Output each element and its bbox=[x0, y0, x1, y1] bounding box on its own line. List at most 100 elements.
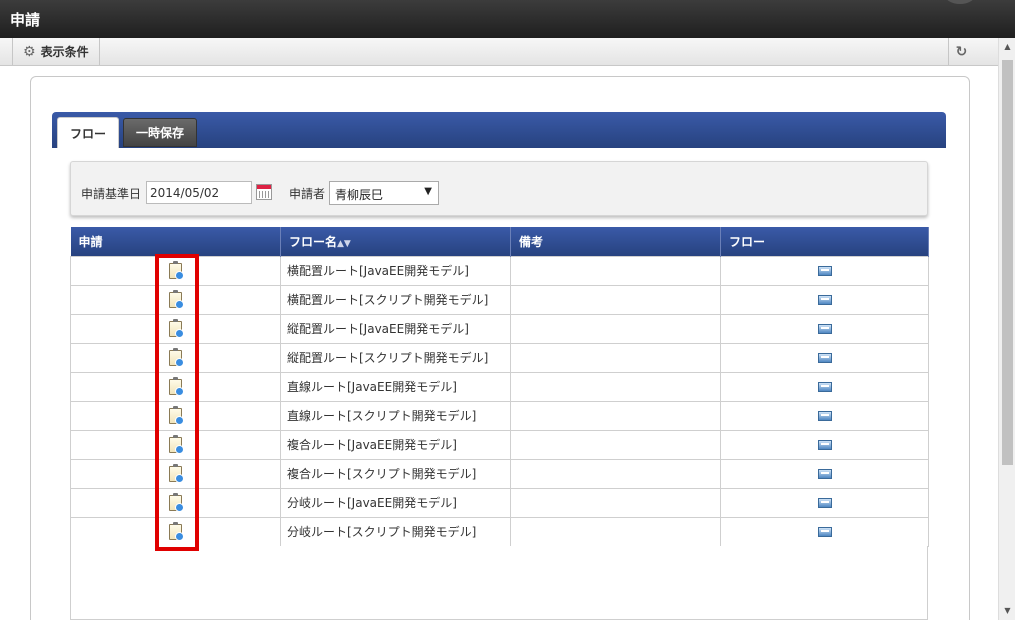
window-title: 申請 bbox=[10, 11, 41, 29]
note-cell bbox=[510, 516, 721, 547]
flow-cell bbox=[720, 342, 929, 373]
gear-icon: ⚙ bbox=[23, 43, 36, 60]
titlebar-corner-decoration bbox=[945, 0, 975, 4]
flow-cell bbox=[720, 516, 929, 547]
note-cell bbox=[510, 487, 721, 518]
note-cell bbox=[510, 429, 721, 460]
flow-cell bbox=[720, 400, 929, 431]
note-cell bbox=[510, 313, 721, 344]
column-header-flow: フロー bbox=[720, 227, 929, 256]
tab-bar: フロー 一時保存 bbox=[52, 112, 946, 148]
flow-name-cell: 複合ルート[JavaEE開発モデル] bbox=[280, 429, 511, 460]
flow-name-cell: 直線ルート[スクリプト開発モデル] bbox=[280, 400, 511, 431]
table-row: 縦配置ルート[JavaEE開発モデル] bbox=[70, 313, 929, 344]
apply-clipboard-icon[interactable] bbox=[169, 521, 184, 541]
table-row: 複合ルート[JavaEE開発モデル] bbox=[70, 429, 929, 460]
flow-image-icon[interactable] bbox=[817, 266, 832, 276]
note-cell bbox=[510, 255, 721, 286]
calendar-icon[interactable] bbox=[256, 184, 272, 200]
note-cell bbox=[510, 400, 721, 431]
table-row: 横配置ルート[JavaEE開発モデル] bbox=[70, 255, 929, 286]
apply-cell bbox=[70, 313, 281, 344]
apply-cell bbox=[70, 487, 281, 518]
apply-cell bbox=[70, 371, 281, 402]
flow-name-cell: 複合ルート[スクリプト開発モデル] bbox=[280, 458, 511, 489]
apply-clipboard-icon[interactable] bbox=[169, 376, 184, 396]
apply-clipboard-icon[interactable] bbox=[169, 347, 184, 367]
apply-cell bbox=[70, 516, 281, 547]
apply-clipboard-icon[interactable] bbox=[169, 289, 184, 309]
apply-cell bbox=[70, 429, 281, 460]
tab-temporary-save[interactable]: 一時保存 bbox=[123, 118, 198, 147]
scroll-up-arrow-icon[interactable]: ▲ bbox=[999, 40, 1015, 54]
date-field[interactable] bbox=[146, 181, 252, 204]
applicant-select[interactable]: 青柳辰巳 ▼ bbox=[329, 181, 439, 205]
apply-clipboard-icon[interactable] bbox=[169, 260, 184, 280]
window-titlebar: 申請 bbox=[0, 0, 1015, 38]
apply-cell bbox=[70, 284, 281, 315]
flow-image-icon[interactable] bbox=[817, 324, 832, 334]
flow-cell bbox=[720, 487, 929, 518]
apply-cell bbox=[70, 342, 281, 373]
table-row: 直線ルート[スクリプト開発モデル] bbox=[70, 400, 929, 431]
table-row: 分岐ルート[JavaEE開発モデル] bbox=[70, 487, 929, 518]
display-conditions-label: 表示条件 bbox=[40, 45, 89, 59]
table-row: 直線ルート[JavaEE開発モデル] bbox=[70, 371, 929, 402]
flow-image-icon[interactable] bbox=[817, 353, 832, 363]
refresh-icon: ↻ bbox=[955, 43, 968, 60]
filter-panel: 申請基準日 申請者 青柳辰巳 ▼ bbox=[70, 161, 928, 216]
vertical-scrollbar[interactable]: ▲ ▼ bbox=[998, 38, 1015, 620]
refresh-button[interactable]: ↻ bbox=[948, 38, 974, 65]
note-cell bbox=[510, 371, 721, 402]
toolbar: ⚙ 表示条件 ↻ bbox=[0, 38, 998, 66]
apply-clipboard-icon[interactable] bbox=[169, 463, 184, 483]
table-empty-area bbox=[70, 546, 928, 620]
flow-name-cell: 直線ルート[JavaEE開発モデル] bbox=[280, 371, 511, 402]
tab-flow[interactable]: フロー bbox=[57, 117, 120, 148]
table-row: 複合ルート[スクリプト開発モデル] bbox=[70, 458, 929, 489]
note-cell bbox=[510, 458, 721, 489]
table-row: 横配置ルート[スクリプト開発モデル] bbox=[70, 284, 929, 315]
display-conditions-button[interactable]: ⚙ 表示条件 bbox=[12, 38, 100, 65]
apply-clipboard-icon[interactable] bbox=[169, 492, 184, 512]
flow-name-cell: 分岐ルート[JavaEE開発モデル] bbox=[280, 487, 511, 518]
scroll-down-arrow-icon[interactable]: ▼ bbox=[999, 604, 1015, 618]
note-cell bbox=[510, 284, 721, 315]
table-header-row: 申請 フロー名▲▼ 備考 フロー bbox=[70, 227, 929, 256]
flow-cell bbox=[720, 313, 929, 344]
apply-cell bbox=[70, 400, 281, 431]
date-label: 申請基準日 bbox=[81, 187, 142, 201]
applicant-selected-value: 青柳辰巳 bbox=[335, 188, 384, 202]
flow-name-cell: 縦配置ルート[スクリプト開発モデル] bbox=[280, 342, 511, 373]
flow-image-icon[interactable] bbox=[817, 440, 832, 450]
table-row: 縦配置ルート[スクリプト開発モデル] bbox=[70, 342, 929, 373]
apply-cell bbox=[70, 255, 281, 286]
flow-image-icon[interactable] bbox=[817, 411, 832, 421]
scrollbar-thumb[interactable] bbox=[1002, 60, 1013, 465]
flow-image-icon[interactable] bbox=[817, 469, 832, 479]
applicant-label: 申請者 bbox=[289, 187, 326, 201]
flow-image-icon[interactable] bbox=[817, 295, 832, 305]
apply-cell bbox=[70, 458, 281, 489]
apply-clipboard-icon[interactable] bbox=[169, 405, 184, 425]
flow-cell bbox=[720, 255, 929, 286]
flow-name-cell: 横配置ルート[スクリプト開発モデル] bbox=[280, 284, 511, 315]
flow-name-cell: 横配置ルート[JavaEE開発モデル] bbox=[280, 255, 511, 286]
column-header-note: 備考 bbox=[510, 227, 721, 256]
chevron-down-icon: ▼ bbox=[424, 186, 432, 197]
flow-cell bbox=[720, 284, 929, 315]
flow-image-icon[interactable] bbox=[817, 382, 832, 392]
flow-name-cell: 分岐ルート[スクリプト開発モデル] bbox=[280, 516, 511, 547]
flow-cell bbox=[720, 458, 929, 489]
flow-image-icon[interactable] bbox=[817, 527, 832, 537]
column-header-flow-name[interactable]: フロー名▲▼ bbox=[280, 227, 511, 256]
flow-name-cell: 縦配置ルート[JavaEE開発モデル] bbox=[280, 313, 511, 344]
apply-clipboard-icon[interactable] bbox=[169, 318, 184, 338]
column-header-apply: 申請 bbox=[70, 227, 281, 256]
apply-clipboard-icon[interactable] bbox=[169, 434, 184, 454]
flow-table: 申請 フロー名▲▼ 備考 フロー 横配置ルート[JavaEE開発モデル] 横配置… bbox=[70, 227, 929, 547]
flow-image-icon[interactable] bbox=[817, 498, 832, 508]
flow-cell bbox=[720, 371, 929, 402]
sort-icon[interactable]: ▲▼ bbox=[337, 239, 351, 249]
flow-cell bbox=[720, 429, 929, 460]
